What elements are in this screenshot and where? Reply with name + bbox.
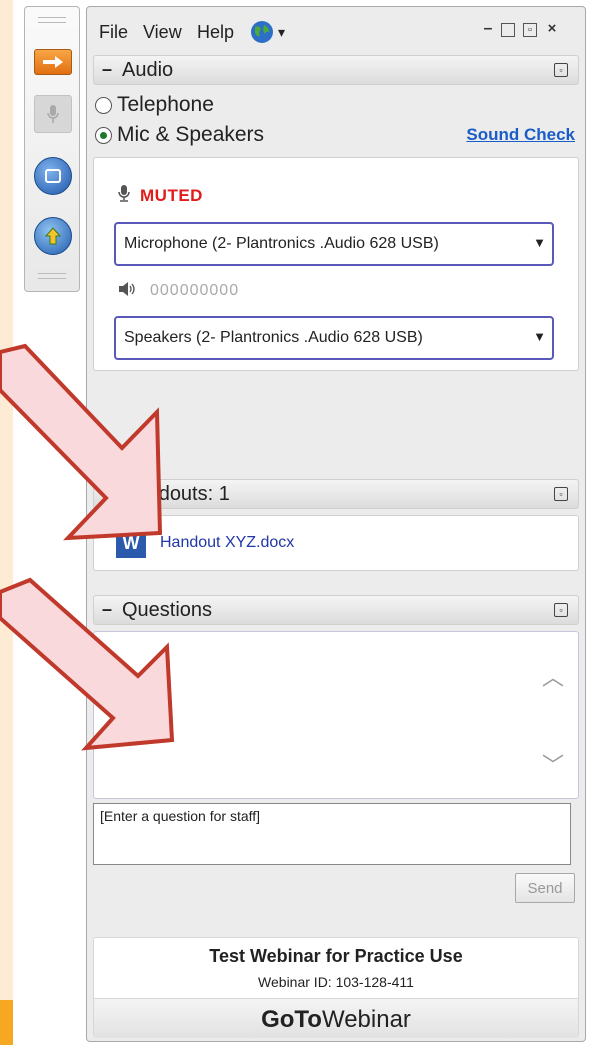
annotation-arrow-upper — [0, 343, 163, 541]
annotation-arrows — [0, 343, 175, 751]
annotation-arrow-lower — [0, 577, 175, 751]
